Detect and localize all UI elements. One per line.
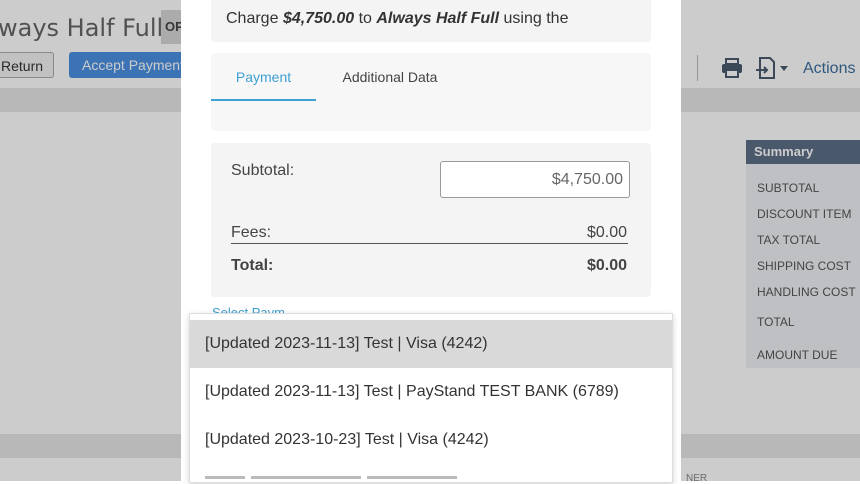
charge-middle: to [358,10,372,27]
divider [231,243,628,244]
subtotal-label: Subtotal: [231,162,295,179]
tab-bar: Payment Additional Data [211,53,651,131]
dropdown-option[interactable]: [Updated 2023-11-13] Test | Visa (4242) [190,320,672,368]
fees-label: Fees: [231,224,272,241]
totals-panel: Subtotal: $4,750.00 Fees: $0.00 Total: $… [211,143,651,297]
subtotal-input[interactable]: $4,750.00 [440,161,630,198]
payment-method-label: Select Paym [212,305,285,313]
tab-payment[interactable]: Payment [211,53,316,101]
tab-additional-data[interactable]: Additional Data [330,53,450,99]
dropdown-option[interactable]: [Updated 2023-11-13] Test | PayStand TES… [190,368,672,416]
charge-summary: Charge $4,750.00 to Always Half Full usi… [211,0,651,42]
total-label: Total: [231,257,274,274]
dropdown-option[interactable]: [Updated 2023-10-23] Test | Visa (4242) [190,416,672,464]
charge-prefix: Charge [226,10,279,27]
charge-customer: Always Half Full [376,10,500,27]
payment-method-dropdown: [Updated 2023-11-13] Test | Visa (4242) … [189,313,673,483]
charge-amount: $4,750.00 [282,10,355,27]
total-value: $0.00 [586,257,627,274]
dropdown-option-partial[interactable] [205,476,505,481]
charge-suffix: using the [503,10,569,27]
fees-value: $0.00 [586,224,627,241]
